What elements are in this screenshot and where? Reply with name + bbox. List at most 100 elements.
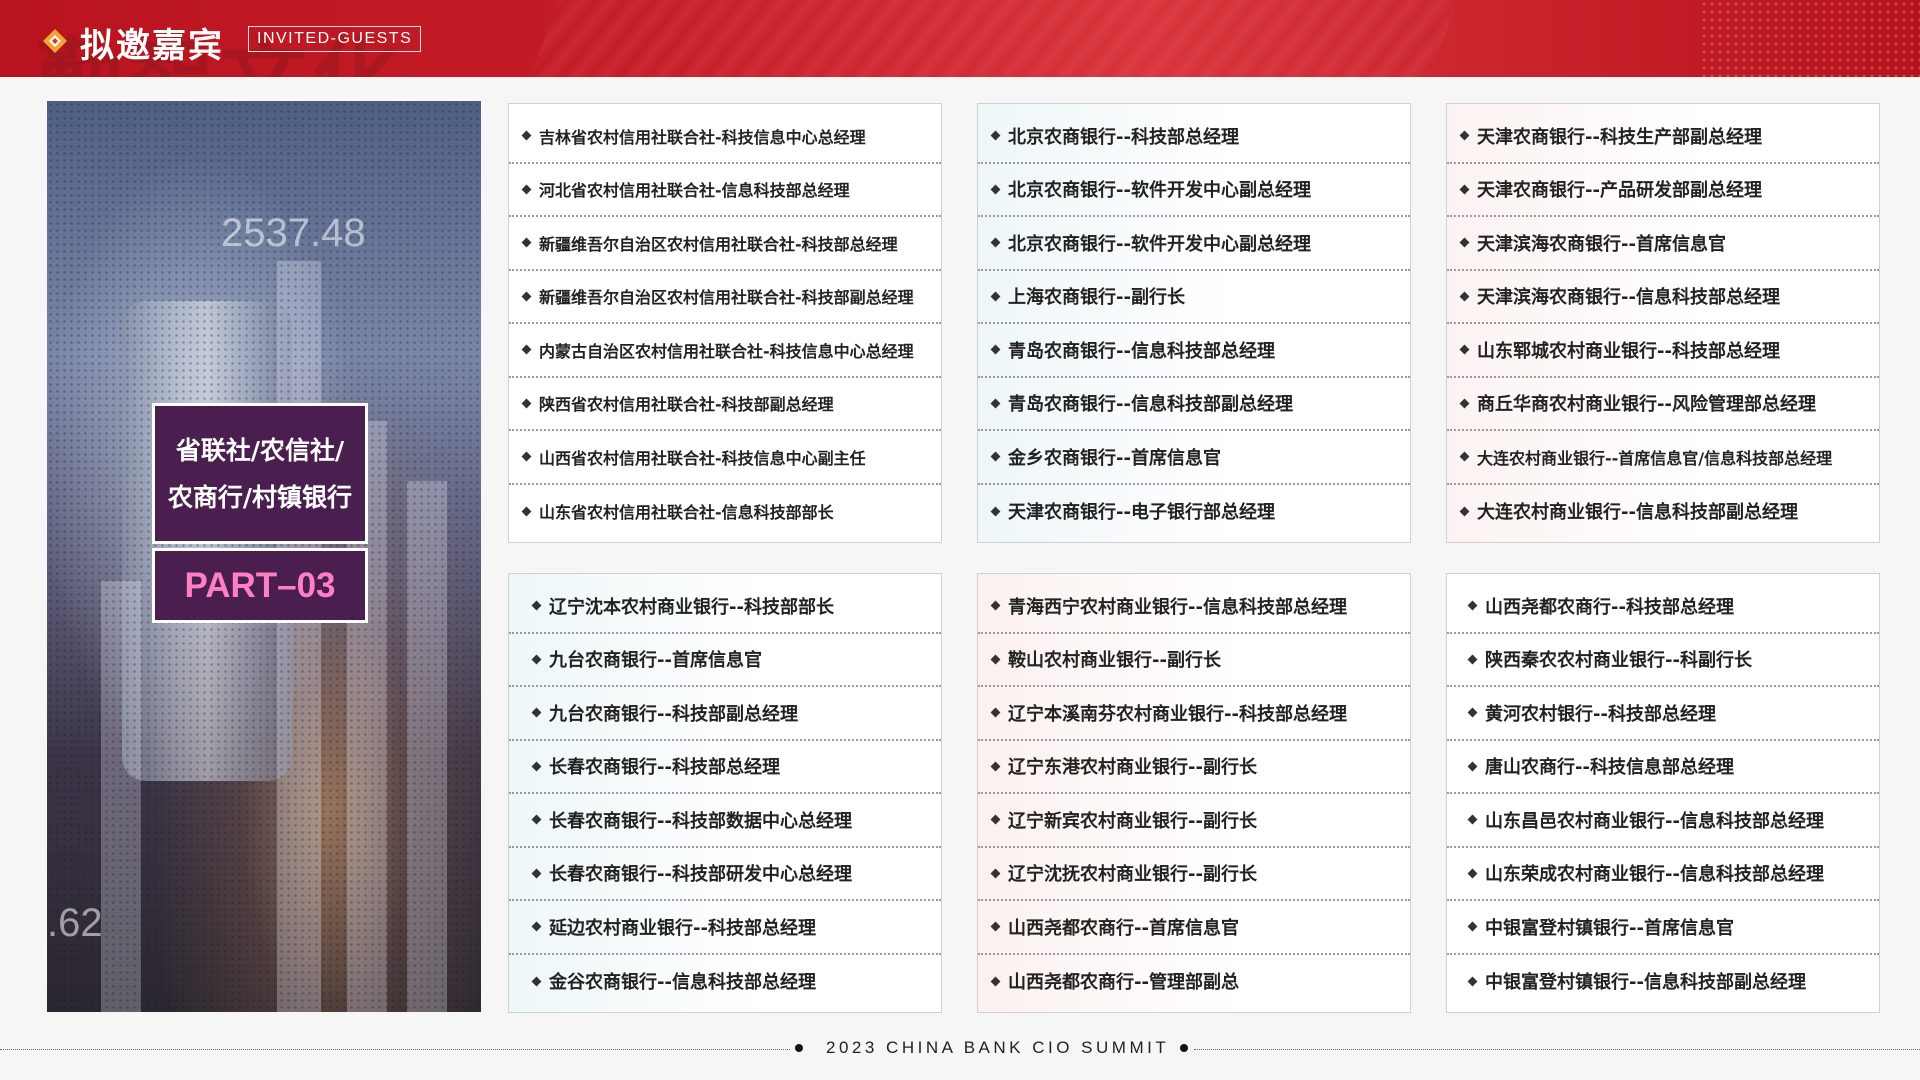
footer-dot-icon [1180, 1044, 1188, 1052]
guest-card: 吉林省农村信用社联合社-科技信息中心总经理 河北省农村信用社联合社-信息科技部总… [508, 103, 942, 543]
guest-list-item: 长春农商银行--科技部研发中心总经理 [509, 848, 941, 901]
bullet-diamond-icon [1459, 291, 1470, 302]
bullet-diamond-icon [521, 451, 532, 462]
photo-number-label: 2537.48 [221, 211, 366, 255]
guest-list-item: 陕西省农村信用社联合社-科技部副总经理 [509, 378, 941, 431]
page-subtitle-badge: INVITED-GUESTS [248, 26, 422, 52]
guest-list-item: 山西省农村信用社联合社-科技信息中心副主任 [509, 431, 941, 485]
bullet-diamond-icon [531, 868, 542, 879]
guest-card: 山西尧都农商行--科技部总经理 陕西秦农农村商业银行--科副行长 黄河农村银行-… [1446, 573, 1880, 1013]
guest-list-item: 辽宁沈本农村商业银行--科技部部长 [509, 580, 941, 634]
guest-list-item: 辽宁沈抚农村商业银行--副行长 [978, 848, 1410, 901]
bullet-diamond-icon [1467, 814, 1478, 825]
guest-list-item: 长春农商银行--科技部总经理 [509, 741, 941, 794]
bullet-diamond-icon [990, 868, 1001, 879]
bullet-diamond-icon [990, 291, 1001, 302]
category-tag-line: 省联社/农信社/ [175, 435, 345, 465]
guest-list-item: 辽宁本溪南芬农村商业银行--科技部总经理 [978, 687, 1410, 741]
guest-card: 北京农商银行--科技部总经理 北京农商银行--软件开发中心副总经理 北京农商银行… [977, 103, 1411, 543]
guest-list-item: 陕西秦农农村商业银行--科副行长 [1447, 634, 1879, 687]
guest-list-item: 青岛农商银行--信息科技部副总经理 [978, 378, 1410, 431]
guest-list-item: 天津滨海农商银行--信息科技部总经理 [1447, 271, 1879, 324]
guest-list-item: 新疆维吾尔自治区农村信用社联合社-科技部副总经理 [509, 271, 941, 324]
guest-list-item: 山东省农村信用社联合社-信息科技部部长 [509, 485, 941, 539]
guest-list-item: 鞍山农村商业银行--副行长 [978, 634, 1410, 687]
bullet-diamond-icon [990, 761, 1001, 772]
bullet-diamond-icon [990, 921, 1001, 932]
guest-list-item: 天津农商银行--产品研发部副总经理 [1447, 164, 1879, 217]
bullet-diamond-icon [531, 814, 542, 825]
bullet-diamond-icon [521, 506, 532, 517]
bullet-diamond-icon [990, 130, 1001, 141]
bullet-diamond-icon [990, 344, 1001, 355]
bullet-diamond-icon [531, 921, 542, 932]
bullet-diamond-icon [990, 654, 1001, 665]
guest-list-item: 新疆维吾尔自治区农村信用社联合社-科技部总经理 [509, 217, 941, 271]
bullet-diamond-icon [990, 398, 1001, 409]
guest-list-item: 九台农商银行--首席信息官 [509, 634, 941, 687]
bullet-diamond-icon [990, 814, 1001, 825]
bullet-diamond-icon [1467, 654, 1478, 665]
bullet-diamond-icon [531, 707, 542, 718]
footer-divider-left [0, 1049, 790, 1050]
guest-list-item: 九台农商银行--科技部副总经理 [509, 687, 941, 741]
guest-card: 青海西宁农村商业银行--信息科技部总经理 鞍山农村商业银行--副行长 辽宁本溪南… [977, 573, 1411, 1013]
bullet-diamond-icon [521, 130, 532, 141]
bullet-diamond-icon [1467, 868, 1478, 879]
guest-list-item: 山东昌邑农村商业银行--信息科技部总经理 [1447, 794, 1879, 848]
photo-number-label: .62 [47, 901, 103, 945]
guest-list-item: 金乡农商银行--首席信息官 [978, 431, 1410, 485]
guest-list-item: 辽宁新宾农村商业银行--副行长 [978, 794, 1410, 848]
guest-list-item: 长春农商银行--科技部数据中心总经理 [509, 794, 941, 848]
header-sheen [507, 0, 1473, 77]
bullet-diamond-icon [990, 506, 1001, 517]
part-label: PART–03 [184, 565, 336, 605]
bullet-diamond-icon [1467, 761, 1478, 772]
bullet-diamond-icon [1459, 506, 1470, 517]
part-label-box: PART–03 [152, 548, 368, 623]
guest-list-item: 辽宁东港农村商业银行--副行长 [978, 741, 1410, 794]
guest-list-item: 河北省农村信用社联合社-信息科技部总经理 [509, 164, 941, 217]
bullet-diamond-icon [521, 291, 532, 302]
bullet-diamond-icon [1459, 398, 1470, 409]
guest-list-item: 山东荣成农村商业银行--信息科技部总经理 [1447, 848, 1879, 901]
bullet-diamond-icon [990, 184, 1001, 195]
bullet-diamond-icon [990, 600, 1001, 611]
guest-list-item: 大连农村商业银行--信息科技部副总经理 [1447, 485, 1879, 539]
bullet-diamond-icon [990, 976, 1001, 987]
guest-list-item: 内蒙古自治区农村信用社联合社-科技信息中心总经理 [509, 324, 941, 378]
guest-list-item: 山西尧都农商行--科技部总经理 [1447, 580, 1879, 634]
bullet-diamond-icon [521, 184, 532, 195]
guest-list-item: 大连农村商业银行--首席信息官/信息科技部总经理 [1447, 431, 1879, 485]
footer-divider-right [1194, 1049, 1920, 1050]
footer-summit-label: 2023 CHINA BANK CIO SUMMIT [826, 1038, 1170, 1057]
guest-list-item: 黄河农村银行--科技部总经理 [1447, 687, 1879, 741]
bullet-diamond-icon [1459, 130, 1470, 141]
guest-card: 辽宁沈本农村商业银行--科技部部长 九台农商银行--首席信息官 九台农商银行--… [508, 573, 942, 1013]
bullet-diamond-icon [531, 654, 542, 665]
bullet-diamond-icon [531, 761, 542, 772]
bullet-diamond-icon [1459, 184, 1470, 195]
guest-list-item: 青海西宁农村商业银行--信息科技部总经理 [978, 580, 1410, 634]
guest-list-item: 北京农商银行--软件开发中心副总经理 [978, 164, 1410, 217]
guest-list-item: 青岛农商银行--信息科技部总经理 [978, 324, 1410, 378]
footer-dot-icon [795, 1044, 803, 1052]
guest-list-item: 唐山农商行--科技信息部总经理 [1447, 741, 1879, 794]
bullet-diamond-icon [1459, 344, 1470, 355]
header-banner: 勤智文化 拟邀嘉宾 INVITED-GUESTS [0, 0, 1920, 77]
guest-card: 天津农商银行--科技生产部副总经理 天津农商银行--产品研发部副总经理 天津滨海… [1446, 103, 1880, 543]
guest-list-item: 天津农商银行--电子银行部总经理 [978, 485, 1410, 539]
category-tag-line: 农商行/村镇银行 [167, 482, 353, 512]
guest-list-item: 上海农商银行--副行长 [978, 271, 1410, 324]
guest-list-item: 山西尧都农商行--管理部副总 [978, 955, 1410, 1009]
bullet-diamond-icon [1459, 451, 1470, 462]
diamond-logo-icon [43, 29, 67, 53]
guest-list-item: 北京农商银行--科技部总经理 [978, 110, 1410, 164]
header-dot-pattern [1700, 0, 1920, 77]
guest-list-item: 吉林省农村信用社联合社-科技信息中心总经理 [509, 110, 941, 164]
guest-list-item: 天津滨海农商银行--首席信息官 [1447, 217, 1879, 271]
guest-list-item: 天津农商银行--科技生产部副总经理 [1447, 110, 1879, 164]
bullet-diamond-icon [1459, 237, 1470, 248]
bullet-diamond-icon [521, 237, 532, 248]
guest-list-item: 延边农村商业银行--科技部总经理 [509, 901, 941, 955]
